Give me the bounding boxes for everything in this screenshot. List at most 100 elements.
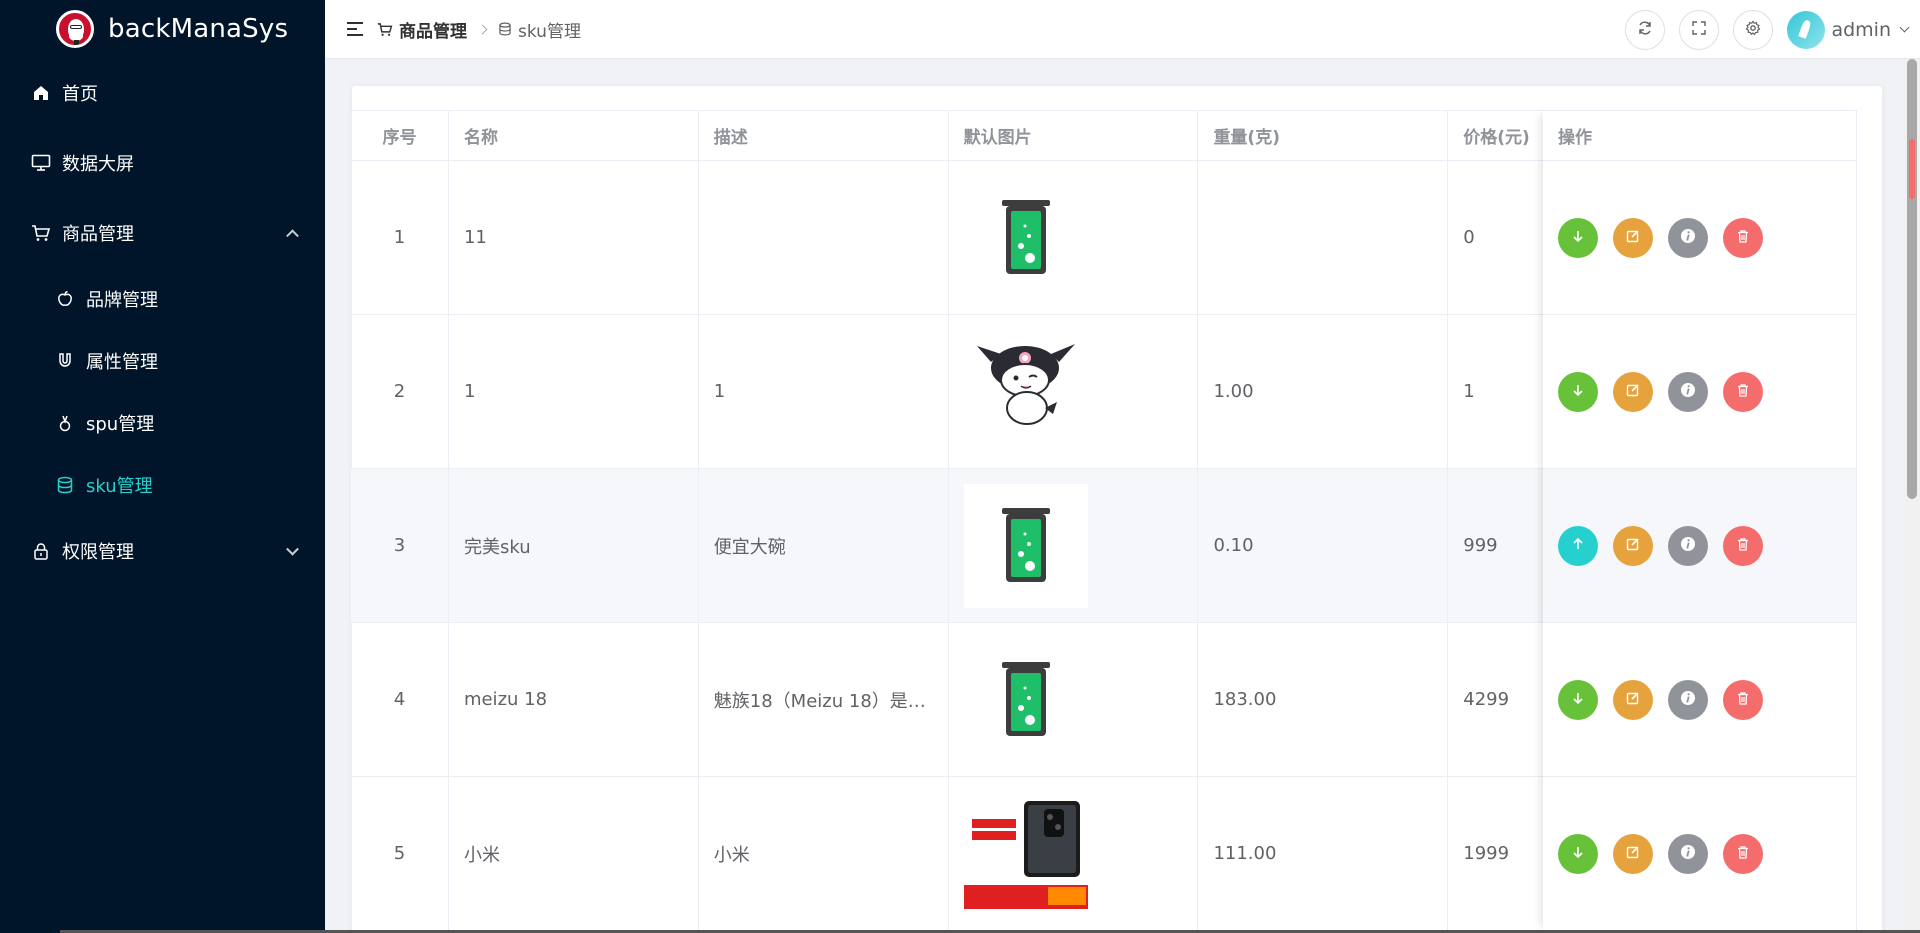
delete-button[interactable] — [1723, 525, 1763, 566]
edit-icon — [1626, 690, 1640, 709]
refresh-button[interactable] — [1625, 9, 1666, 50]
breadcrumb-item-sku: sku管理 — [498, 17, 581, 42]
coin-icon — [54, 474, 76, 496]
sidebar-item-label: 属性管理 — [86, 352, 158, 373]
cell-name: 小米 — [448, 777, 699, 931]
kuromi-image[interactable] — [964, 330, 1088, 454]
info-button[interactable] — [1668, 525, 1708, 566]
edit-button[interactable] — [1613, 679, 1653, 720]
sidebar-item-permission-management[interactable]: 权限管理 — [0, 516, 325, 586]
settings-button[interactable] — [1733, 9, 1774, 50]
put-on-sale-button[interactable] — [1558, 833, 1598, 874]
trash-icon — [1736, 382, 1750, 401]
delete-button[interactable] — [1723, 217, 1763, 258]
beaker-image[interactable] — [964, 638, 1088, 762]
cell-name: meizu 18 — [448, 623, 699, 777]
breadcrumb-label: 商品管理 — [399, 21, 467, 42]
row-actions — [1543, 315, 1857, 469]
fullscreen-icon — [1691, 20, 1707, 40]
arrow-down-icon — [1571, 382, 1585, 401]
arrow-down-icon — [1571, 228, 1585, 247]
chevron-down-icon — [286, 542, 299, 556]
info-button[interactable] — [1668, 833, 1708, 874]
magnet-icon — [54, 350, 76, 372]
take-off-sale-button[interactable] — [1558, 525, 1598, 566]
top-header: 商品管理 sku管理 admin — [325, 0, 1920, 59]
cell-desc: 小米 — [698, 777, 949, 931]
trash-icon — [1736, 536, 1750, 555]
app-logo[interactable]: backManaSys — [0, 0, 325, 58]
cell-index: 1 — [351, 161, 449, 315]
avatar[interactable] — [1787, 10, 1826, 49]
arrow-down-icon — [1571, 690, 1585, 709]
sidebar-item-label: 商品管理 — [62, 224, 134, 245]
info-button[interactable] — [1668, 679, 1708, 720]
cell-weight — [1198, 161, 1449, 315]
info-icon — [1680, 536, 1696, 556]
sidebar-item-label: sku管理 — [86, 476, 153, 497]
edit-button[interactable] — [1613, 525, 1653, 566]
sidebar-item-product-management[interactable]: 商品管理 — [0, 198, 325, 268]
column-header-weight: 重量(克) — [1198, 111, 1449, 161]
refresh-icon — [1637, 20, 1653, 40]
sidebar-item-label: 数据大屏 — [62, 154, 134, 175]
put-on-sale-button[interactable] — [1558, 217, 1598, 258]
breadcrumb: 商品管理 sku管理 — [377, 17, 581, 42]
cell-index: 5 — [351, 777, 449, 931]
trash-icon — [1736, 690, 1750, 709]
cell-image — [948, 623, 1199, 777]
cell-desc: 便宜大碗 — [698, 469, 949, 623]
scrollbar-thumb[interactable] — [1907, 59, 1917, 499]
username[interactable]: admin — [1831, 19, 1891, 41]
cell-image — [948, 469, 1199, 623]
sidebar-item-sku[interactable]: sku管理 — [0, 454, 325, 516]
menu-fold-icon[interactable] — [347, 22, 363, 36]
beaker-image[interactable] — [964, 176, 1088, 300]
phone-ad-image[interactable] — [963, 792, 1088, 916]
sidebar-item-spu[interactable]: spu管理 — [0, 392, 325, 454]
cell-name: 1 — [448, 315, 699, 469]
sidebar-menu: 首页 数据大屏 商品管理 品牌管理 属性管理 spu管理 sku管理 权限管理 — [0, 58, 325, 586]
app-title: backManaSys — [108, 14, 289, 44]
cell-weight: 183.00 — [1198, 623, 1449, 777]
chevron-down-icon[interactable] — [1899, 22, 1910, 33]
vertical-scrollbar[interactable] — [1904, 59, 1920, 933]
delete-button[interactable] — [1723, 371, 1763, 412]
put-on-sale-button[interactable] — [1558, 679, 1598, 720]
product-submenu: 品牌管理 属性管理 spu管理 sku管理 — [0, 268, 325, 516]
delete-button[interactable] — [1723, 679, 1763, 720]
arrow-down-icon — [1571, 844, 1585, 863]
sidebar-item-attribute[interactable]: 属性管理 — [0, 330, 325, 392]
cell-desc: 1 — [698, 315, 949, 469]
cell-desc-text: 魅族18（Meizu 18）是中... — [713, 690, 933, 712]
edit-button[interactable] — [1613, 833, 1653, 874]
column-header-image: 默认图片 — [948, 111, 1199, 161]
put-on-sale-button[interactable] — [1558, 371, 1598, 412]
edit-icon — [1626, 382, 1640, 401]
trash-icon — [1736, 228, 1750, 247]
column-header-name: 名称 — [448, 111, 699, 161]
cell-weight: 111.00 — [1198, 777, 1449, 931]
arrow-up-icon — [1571, 536, 1585, 555]
trash-icon — [1736, 844, 1750, 863]
fullscreen-button[interactable] — [1679, 9, 1720, 50]
edit-button[interactable] — [1613, 371, 1653, 412]
coin-icon — [498, 22, 512, 36]
delete-button[interactable] — [1723, 833, 1763, 874]
beaker-image[interactable] — [963, 483, 1088, 608]
breadcrumb-item-product[interactable]: 商品管理 — [377, 17, 467, 42]
cell-image — [948, 161, 1199, 315]
info-button[interactable] — [1668, 217, 1708, 258]
edit-button[interactable] — [1613, 217, 1653, 258]
row-actions — [1543, 161, 1857, 315]
info-button[interactable] — [1668, 371, 1708, 412]
cell-name: 11 — [448, 161, 699, 315]
cart-icon — [377, 22, 393, 37]
sidebar-item-home[interactable]: 首页 — [0, 58, 325, 128]
info-icon — [1680, 690, 1696, 710]
sidebar-item-brand[interactable]: 品牌管理 — [0, 268, 325, 330]
column-header-index: 序号 — [351, 111, 449, 161]
cart-icon — [30, 222, 52, 244]
sidebar-item-data-screen[interactable]: 数据大屏 — [0, 128, 325, 198]
sidebar-item-label: spu管理 — [86, 414, 155, 435]
